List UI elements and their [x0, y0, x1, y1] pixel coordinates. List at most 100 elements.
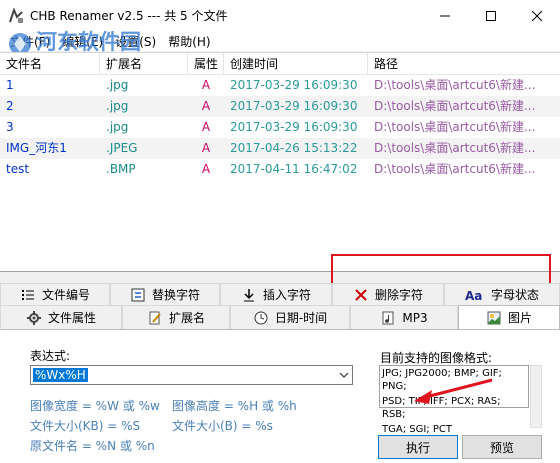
col-path[interactable]: 路径 [368, 53, 560, 74]
cell-attribute: A [201, 78, 211, 92]
numbered-list-icon [20, 287, 36, 303]
hint-size-b: 文件大小(B) = %s [172, 419, 273, 433]
tab-mp3[interactable]: MP3 [350, 305, 458, 329]
formats-scrollbar[interactable] [530, 365, 542, 428]
tab-extension-label: 扩展名 [168, 311, 205, 325]
tab-image[interactable]: 图片 [458, 305, 560, 329]
cell-extension: .jpg [106, 99, 129, 113]
cell-attribute: A [201, 141, 211, 155]
minimize-button[interactable] [422, 0, 468, 31]
cell-filename: 3 [6, 120, 14, 134]
menu-settings[interactable]: 设置(S) [109, 33, 162, 50]
title-bar: CHB Renamer v2.5 --- 共 5 个文件 [0, 0, 560, 31]
letter-case-icon: Aa [465, 287, 485, 303]
table-row[interactable]: test .BMP A 2017-04-11 16:47:02 D:\tools\桌面\… [0, 159, 560, 180]
hint-width: 图像宽度 = %W 或 %w [30, 399, 160, 413]
expression-value[interactable]: %Wx%H [33, 368, 88, 382]
tab-delete-chars[interactable]: 删除字符 [332, 283, 444, 305]
hint-original-name: 原文件名 = %N 或 %n [30, 439, 155, 453]
table-row[interactable]: 2 .jpg A 2017-03-29 16:09:30 D:\tools\桌面\art… [0, 96, 560, 117]
formats-line-1: JPG; JPG2000; BMP; GIF; PNG; [382, 368, 502, 392]
expression-combobox[interactable]: %Wx%H [30, 365, 353, 385]
cell-extension: .jpg [106, 78, 129, 92]
close-icon [531, 10, 543, 21]
cell-filename: 1 [6, 78, 14, 92]
formats-textbox[interactable]: JPG; JPG2000; BMP; GIF; PNG; PSD; TIF; I… [379, 365, 529, 435]
tab-letter-case-label: 字母状态 [490, 288, 539, 302]
execute-button[interactable]: 执行 [378, 435, 458, 459]
cell-path: D:\tools\桌面\artcut6\新建... [374, 141, 536, 155]
replace-icon [130, 287, 146, 303]
formats-line-2: PSD; TIF; IFF; PCX; RAS; RSB; [382, 396, 501, 420]
cell-attribute: A [201, 120, 211, 134]
col-extension[interactable]: 扩展名 [100, 53, 188, 74]
tab-delete-chars-label: 删除字符 [374, 288, 423, 302]
table-header: 文件名 扩展名 属性 创建时间 路径 [0, 53, 560, 75]
tab-replace-chars-label: 替换字符 [151, 288, 200, 302]
col-created[interactable]: 创建时间 [224, 53, 368, 74]
delete-x-icon [353, 287, 369, 303]
cell-filename: 2 [6, 99, 14, 113]
formats-label: 目前支持的图像格式: [380, 351, 493, 365]
cell-created: 2017-04-11 16:47:02 [230, 162, 358, 176]
svg-text:Aa: Aa [465, 289, 482, 302]
tab-image-label: 图片 [507, 311, 532, 325]
col-filename[interactable]: 文件名 [0, 53, 100, 74]
chevron-down-icon[interactable] [339, 371, 349, 379]
tab-replace-chars[interactable]: 替换字符 [110, 283, 220, 305]
image-icon [486, 310, 502, 326]
tab-row-1: 文件编号 替换字符 插入字符 删除字符 Aa 字母状态 [0, 283, 560, 305]
tab-insert-chars-label: 插入字符 [262, 288, 311, 302]
tab-row-2: 文件属性 扩展名 日期-时间 MP3 图片 [0, 305, 560, 329]
maximize-button[interactable] [468, 0, 514, 31]
table-row[interactable]: 3 .jpg A 2017-03-29 16:09:30 D:\tools\桌面\art… [0, 117, 560, 138]
cell-path: D:\tools\桌面\artcut6\新建... [374, 99, 536, 113]
close-button[interactable] [514, 0, 560, 31]
menu-edit[interactable]: 编辑(E) [56, 33, 109, 50]
cell-extension: .JPEG [106, 141, 138, 155]
cell-extension: .BMP [106, 162, 136, 176]
cell-created: 2017-04-26 15:13:22 [230, 141, 358, 155]
tab-file-attributes-label: 文件属性 [47, 311, 96, 325]
hint-size-kb: 文件大小(KB) = %S [30, 419, 141, 433]
table-row[interactable]: IMG_河东1 .JPEG A 2017-04-26 15:13:22 D:\tools… [0, 138, 560, 159]
cell-filename: IMG_河东1 [6, 141, 67, 155]
preview-button[interactable]: 预览 [462, 435, 542, 459]
cell-created: 2017-03-29 16:09:30 [230, 99, 358, 113]
cell-created: 2017-03-29 16:09:30 [230, 120, 358, 134]
tab-file-number-label: 文件编号 [41, 288, 90, 302]
menu-help[interactable]: 帮助(H) [162, 33, 216, 50]
tab-letter-case[interactable]: Aa 字母状态 [444, 283, 560, 305]
cell-path: D:\tools\桌面\artcut6\新建... [374, 120, 536, 134]
cell-path: D:\tools\桌面\artcut6\新建... [374, 162, 536, 176]
expression-label: 表达式: [30, 349, 71, 363]
music-file-icon [380, 310, 396, 326]
tab-date-time-label: 日期-时间 [274, 311, 328, 325]
hint-height: 图像高度 = %H 或 %h [172, 399, 297, 413]
tab-date-time[interactable]: 日期-时间 [230, 305, 350, 329]
app-icon [9, 7, 23, 23]
menu-file[interactable]: 文件(F) [4, 33, 56, 50]
tab-extension[interactable]: 扩展名 [122, 305, 230, 329]
menu-bar: 文件(F) 编辑(E) 设置(S) 帮助(H) [0, 31, 560, 51]
minimize-icon [440, 15, 450, 16]
tab-file-attributes[interactable]: 文件属性 [0, 305, 122, 329]
tab-file-number[interactable]: 文件编号 [0, 283, 110, 305]
window-title: CHB Renamer v2.5 --- 共 5 个文件 [30, 9, 228, 23]
clock-icon [253, 310, 269, 326]
edit-document-icon [147, 310, 163, 326]
cell-extension: .jpg [106, 120, 129, 134]
maximize-icon [486, 10, 496, 21]
cell-attribute: A [201, 162, 211, 176]
table-row[interactable]: 1 .jpg A 2017-03-29 16:09:30 D:\tools\桌面\art… [0, 75, 560, 96]
insert-arrow-icon [241, 287, 257, 303]
cell-created: 2017-03-29 16:09:30 [230, 78, 358, 92]
cell-attribute: A [201, 99, 211, 113]
tab-insert-chars[interactable]: 插入字符 [220, 283, 332, 305]
cell-filename: test [6, 162, 30, 176]
tab-mp3-label: MP3 [402, 310, 428, 325]
col-attribute[interactable]: 属性 [188, 53, 224, 74]
cell-path: D:\tools\桌面\artcut6\新建... [374, 78, 536, 92]
file-table: 文件名 扩展名 属性 创建时间 路径 1 .jpg A 2017-03-29 16:0… [0, 52, 560, 272]
gear-icon [26, 310, 42, 326]
